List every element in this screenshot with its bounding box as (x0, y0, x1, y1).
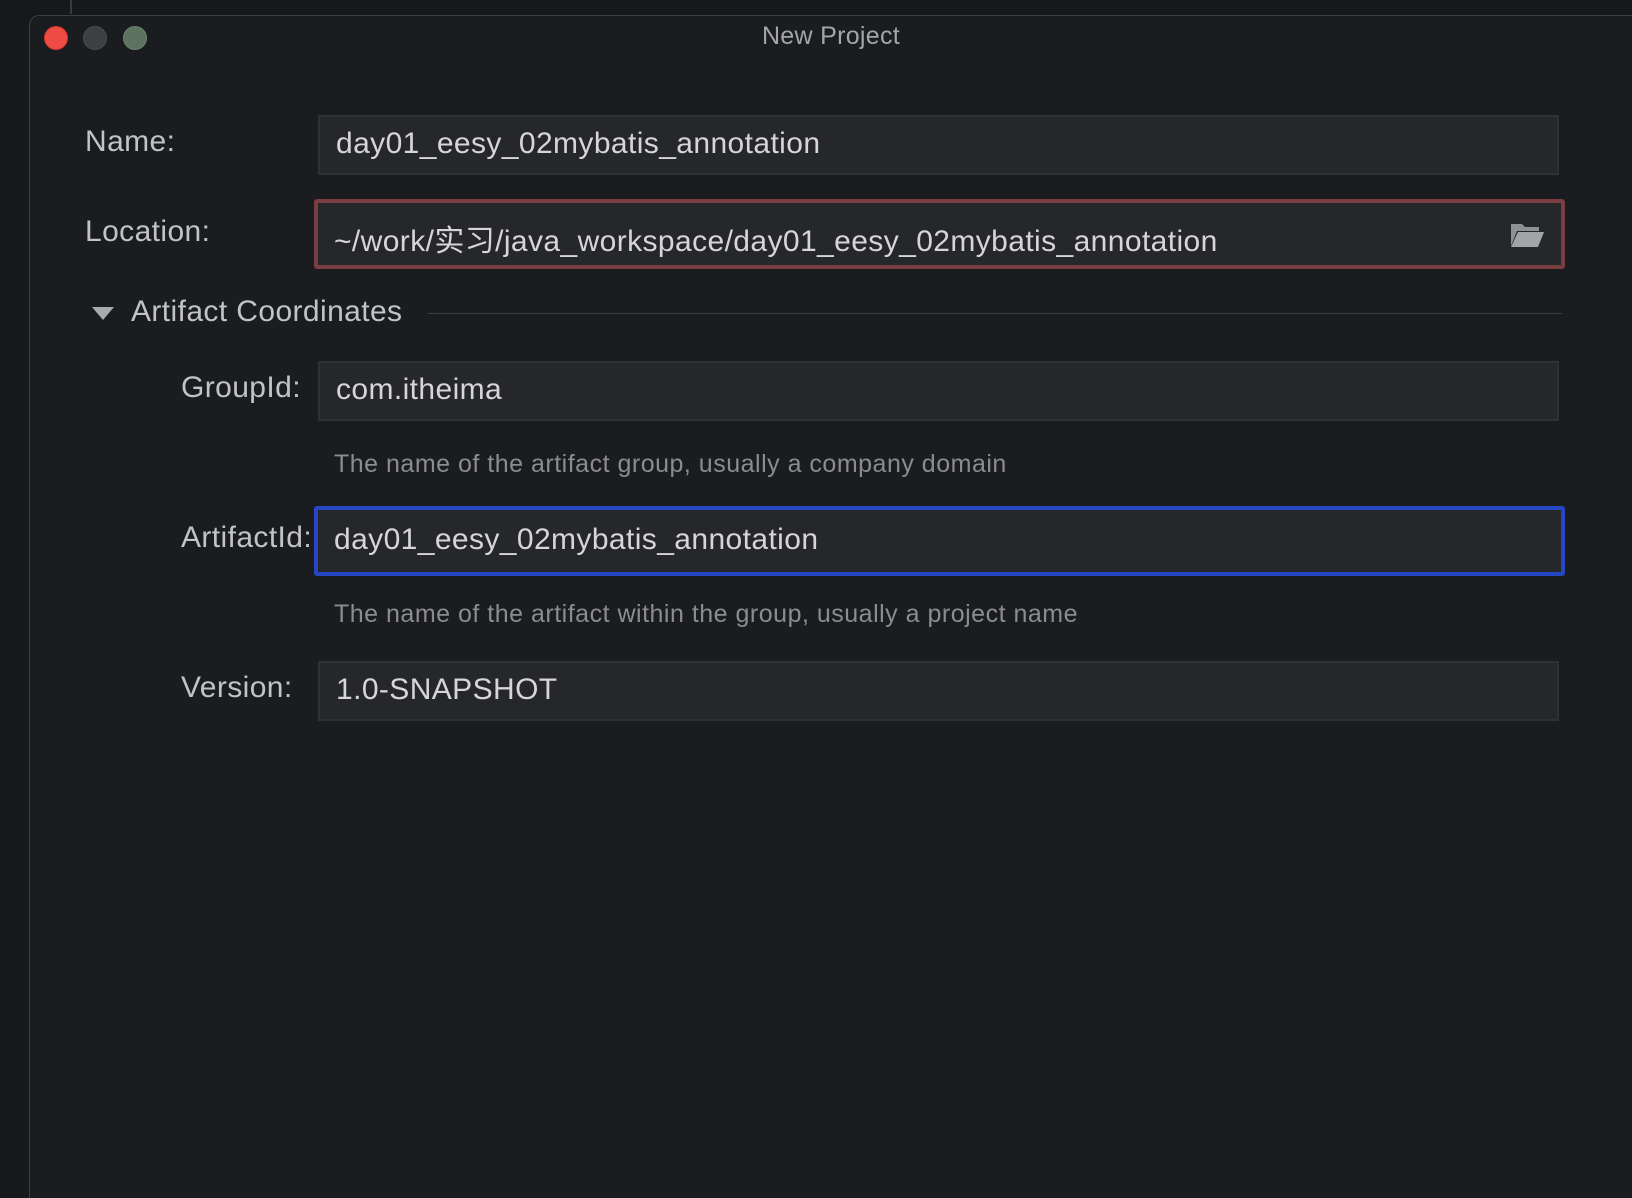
name-field-value: day01_eesy_02mybatis_annotation (336, 127, 821, 160)
name-label: Name: (85, 125, 176, 158)
version-label: Version: (181, 671, 293, 704)
folder-open-icon[interactable] (1509, 219, 1545, 249)
version-field-value: 1.0-SNAPSHOT (336, 673, 558, 706)
groupid-label: GroupId: (181, 371, 301, 404)
groupid-hint: The name of the artifact group, usually … (334, 450, 1007, 478)
background-window-edge (70, 0, 72, 14)
artifactid-field[interactable]: day01_eesy_02mybatis_annotation (314, 506, 1565, 576)
groupid-field[interactable]: com.itheima (318, 361, 1559, 421)
collapse-triangle-icon[interactable] (92, 307, 114, 320)
name-field[interactable]: day01_eesy_02mybatis_annotation (318, 115, 1559, 175)
location-label: Location: (85, 215, 211, 248)
artifact-coordinates-section: Artifact Coordinates (92, 295, 1562, 335)
version-field[interactable]: 1.0-SNAPSHOT (318, 661, 1559, 721)
location-field-value: ~/work/实习/java_workspace/day01_eesy_02my… (334, 225, 1218, 258)
section-divider (428, 313, 1562, 314)
artifactid-field-value: day01_eesy_02mybatis_annotation (334, 523, 819, 556)
artifactid-label: ArtifactId: (181, 521, 313, 554)
location-field[interactable]: ~/work/实习/java_workspace/day01_eesy_02my… (314, 199, 1565, 269)
desktop-background: New Project Name: day01_eesy_02mybatis_a… (0, 0, 1632, 1198)
title-bar: New Project (30, 16, 1632, 58)
window-title: New Project (761, 22, 901, 50)
artifact-coordinates-title[interactable]: Artifact Coordinates (131, 295, 402, 329)
artifactid-hint: The name of the artifact within the grou… (334, 600, 1078, 628)
groupid-field-value: com.itheima (336, 373, 503, 406)
